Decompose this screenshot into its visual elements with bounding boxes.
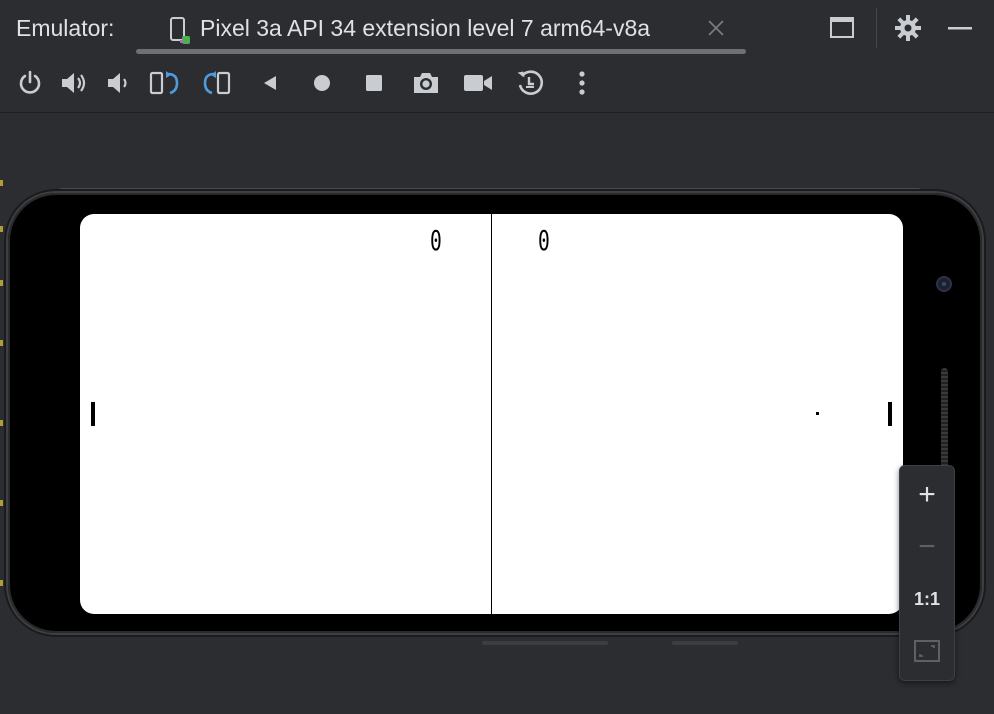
emulator-title-bar: Emulator: Pixel 3a API 34 extension leve…: [0, 0, 994, 56]
left-edge-markers: [0, 180, 3, 620]
device-tab-label: Pixel 3a API 34 extension level 7 arm64-…: [200, 15, 651, 41]
back-button[interactable]: [253, 66, 287, 100]
more-button[interactable]: [565, 66, 599, 100]
device-speaker: [941, 368, 948, 468]
pong-center-line: [491, 214, 492, 614]
zoom-in-button[interactable]: +: [906, 474, 948, 516]
restore-window-icon[interactable]: [826, 12, 858, 44]
screen-record-button[interactable]: [461, 66, 495, 100]
rotate-right-icon: [203, 71, 231, 95]
pong-ball: [816, 412, 819, 415]
fit-screen-button[interactable]: [906, 630, 948, 672]
power-button[interactable]: [13, 66, 47, 100]
rotate-left-icon: [149, 71, 179, 95]
left-score: 0: [430, 224, 443, 257]
settings-gear-icon[interactable]: [892, 12, 924, 44]
overview-button[interactable]: [357, 66, 391, 100]
volume-up-button[interactable]: [57, 66, 91, 100]
fit-screen-icon: [914, 640, 940, 662]
video-camera-icon: [464, 75, 492, 91]
back-triangle-icon: [264, 76, 276, 90]
rotate-left-button[interactable]: [148, 66, 182, 100]
phone-device-icon: [168, 16, 192, 51]
device-screen[interactable]: 0 0: [80, 214, 903, 614]
minimize-icon[interactable]: [944, 12, 976, 44]
volume-up-icon: [62, 73, 86, 93]
snapshot-history-icon: [517, 70, 544, 95]
more-vertical-icon: [579, 71, 585, 95]
close-tab-icon[interactable]: [704, 16, 728, 40]
emulator-title: Emulator:: [16, 15, 115, 41]
home-button[interactable]: [305, 66, 339, 100]
screenshot-button[interactable]: [409, 66, 443, 100]
home-circle-icon: [314, 75, 330, 91]
power-icon: [19, 70, 41, 94]
rotate-right-button[interactable]: [200, 66, 234, 100]
tab-scroll-indicator: [136, 49, 746, 54]
actual-size-button[interactable]: 1:1: [906, 578, 948, 620]
camera-icon: [414, 73, 438, 93]
device-tab[interactable]: Pixel 3a API 34 extension level 7 arm64-…: [162, 10, 734, 50]
right-score: 0: [538, 224, 551, 257]
zoom-controls: + − 1:1: [899, 465, 955, 681]
zoom-out-button[interactable]: −: [906, 526, 948, 568]
emulator-toolbar: [0, 56, 994, 113]
right-paddle[interactable]: [888, 402, 892, 426]
snapshot-button[interactable]: [513, 66, 547, 100]
front-camera: [938, 278, 950, 290]
title-divider: [876, 8, 877, 48]
volume-down-button[interactable]: [101, 66, 135, 100]
volume-down-icon: [108, 73, 127, 93]
left-paddle[interactable]: [91, 402, 95, 426]
overview-square-icon: [366, 75, 382, 91]
device-top-edge: [60, 188, 920, 191]
